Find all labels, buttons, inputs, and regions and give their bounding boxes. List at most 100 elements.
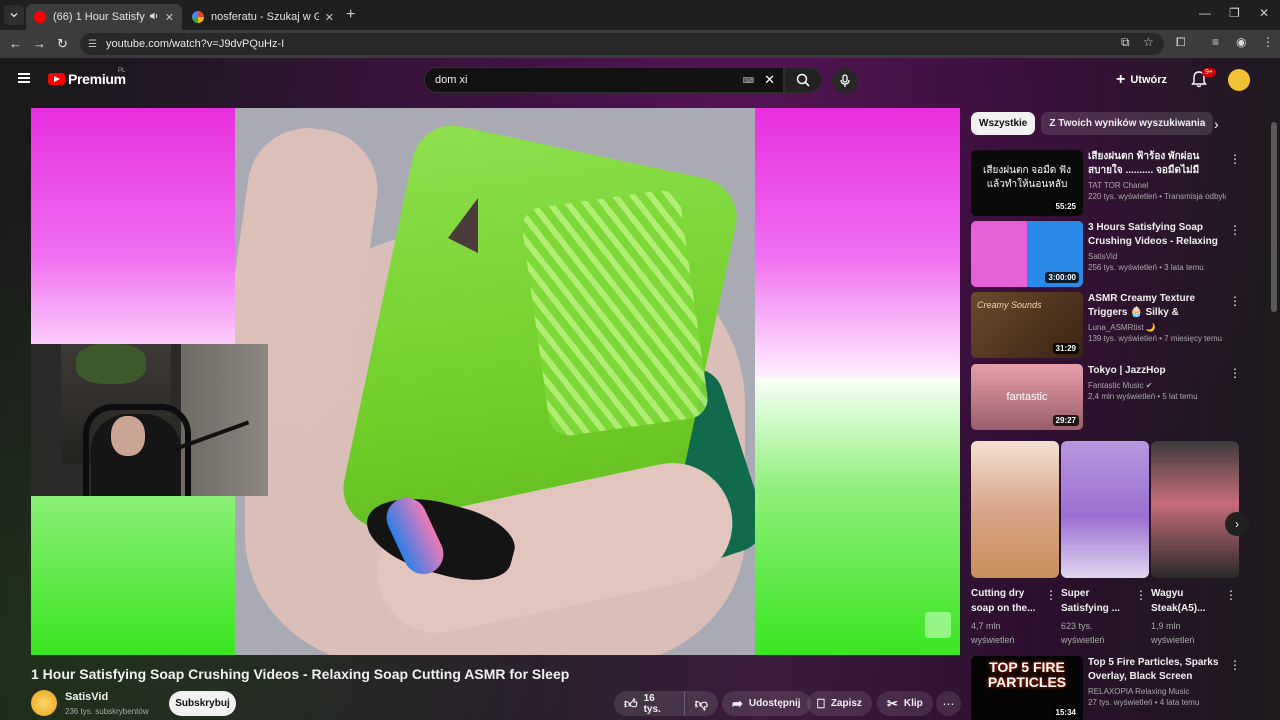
tab-title: (66) 1 Hour Satisfying Soap: [53, 11, 145, 23]
video-frame: [235, 108, 755, 655]
short-thumbnail[interactable]: [971, 441, 1059, 578]
short-title[interactable]: Wagyu Steak(A5)...: [1151, 586, 1223, 616]
chip-all[interactable]: Wszystkie: [971, 112, 1036, 135]
short-views: 4,7 mln wyświetleń: [971, 621, 1015, 645]
channel-name[interactable]: TAT TOR Chanel: [1088, 181, 1226, 190]
list-item[interactable]: Creamy Sounds 31:29 ASMR Creamy Texture …: [971, 292, 1251, 358]
save-label: Zapisz: [830, 698, 862, 709]
install-app-icon[interactable]: ⧉: [1121, 35, 1130, 50]
short-thumbnail[interactable]: [1151, 441, 1239, 578]
speaker-icon[interactable]: [149, 11, 159, 24]
create-button[interactable]: + Utwórz: [1116, 70, 1167, 90]
page-scrollbar[interactable]: [1271, 122, 1277, 312]
media-controls-icon[interactable]: ≡: [1212, 35, 1219, 49]
list-item[interactable]: fantastic 29:27 Tokyo | JazzHop Fantasti…: [971, 364, 1251, 430]
video-duration: 15:34: [1052, 707, 1079, 718]
like-button[interactable]: 👍︎ 16 tys.: [614, 691, 685, 716]
video-thumbnail[interactable]: Creamy Sounds 31:29: [971, 292, 1083, 358]
more-options-icon[interactable]: ⋮: [1229, 152, 1241, 166]
voice-search-button[interactable]: [832, 68, 858, 94]
youtube-play-icon: [48, 73, 65, 85]
url-text[interactable]: youtube.com/watch?v=J9dvPQuHz-I: [106, 38, 284, 50]
minimize-button[interactable]: —: [1199, 6, 1211, 20]
search-button[interactable]: [784, 67, 822, 93]
tab-search-button[interactable]: [4, 5, 24, 25]
more-options-icon[interactable]: ⋮: [1229, 366, 1241, 380]
more-options-icon[interactable]: ⋮: [1225, 588, 1237, 602]
profile-icon[interactable]: ◉: [1236, 35, 1246, 49]
channel-name[interactable]: Fantastic Music ✔: [1088, 381, 1226, 390]
youtube-logo[interactable]: Premium: [48, 71, 126, 87]
more-options-icon[interactable]: ⋮: [1229, 223, 1241, 237]
knife-blade: [373, 198, 478, 253]
short-item[interactable]: Super Satisfying ... 623 tys. wyświetleń…: [1061, 441, 1149, 647]
short-views: 623 tys. wyświetleń: [1061, 621, 1105, 645]
forward-arrow-icon[interactable]: →: [33, 36, 46, 51]
channel-name[interactable]: Luna_ASMRtist 🌙: [1088, 323, 1226, 332]
clear-search-icon[interactable]: ✕: [764, 72, 775, 88]
clip-label: Klip: [903, 698, 923, 709]
list-item[interactable]: 3:00:00 3 Hours Satisfying Soap Crushing…: [971, 221, 1251, 287]
video-title[interactable]: Top 5 Fire Particles, Sparks Overlay, Bl…: [1088, 656, 1226, 684]
chip-from-search[interactable]: Z Twoich wyników wyszukiwania: [1041, 112, 1214, 135]
video-thumbnail[interactable]: 3:00:00: [971, 221, 1083, 287]
search-box[interactable]: dom xi ⌨ ✕: [424, 67, 784, 93]
thumbs-up-icon: 👍︎: [624, 695, 638, 711]
new-tab-button[interactable]: +: [346, 6, 355, 24]
save-button[interactable]: ⎕ Zapisz: [807, 691, 872, 716]
video-title[interactable]: Tokyo | JazzHop: [1088, 364, 1226, 378]
keyboard-icon[interactable]: ⌨: [743, 76, 755, 85]
close-window-button[interactable]: ✕: [1259, 6, 1269, 20]
close-tab-icon[interactable]: ✕: [325, 11, 334, 24]
video-thumbnail[interactable]: fantastic 29:27: [971, 364, 1083, 430]
more-actions-button[interactable]: ⋯: [936, 691, 961, 716]
short-title[interactable]: Cutting dry soap on the...: [971, 586, 1043, 616]
shorts-next-button[interactable]: ›: [1225, 512, 1249, 536]
short-item[interactable]: Wagyu Steak(A5)... 1,9 mln wyświetleń ⋮: [1151, 441, 1239, 647]
channel-name[interactable]: SatisVid: [1088, 252, 1226, 261]
extensions-icon[interactable]: ⧠: [1176, 35, 1186, 50]
channel-avatar[interactable]: [31, 690, 57, 716]
close-tab-icon[interactable]: ✕: [165, 11, 174, 24]
youtube-favicon-icon: [34, 11, 46, 23]
list-item[interactable]: เสียงฝนตก จอมืด ฟังแล้วทำให้นอนหลับ 55:2…: [971, 150, 1251, 216]
video-title[interactable]: ASMR Creamy Texture Triggers 🧁 Silky & S…: [1088, 292, 1226, 320]
list-item[interactable]: TOP 5 FIRE PARTICLES 15:34 Top 5 Fire Pa…: [971, 656, 1251, 720]
chevron-right-icon[interactable]: ›: [1214, 116, 1219, 132]
account-avatar[interactable]: [1228, 69, 1250, 91]
clip-button[interactable]: ✂ Klip: [877, 691, 933, 716]
view-count: 27 tys. wyświetleń • 4 lata temu: [1088, 698, 1200, 707]
video-title[interactable]: 3 Hours Satisfying Soap Crushing Videos …: [1088, 221, 1226, 249]
short-thumbnail[interactable]: [1061, 441, 1149, 578]
channel-name[interactable]: RELAXOPIA Relaxing Music: [1088, 687, 1226, 696]
tab-google[interactable]: nosferatu - Szukaj w Google ✕: [184, 4, 342, 30]
dislike-button[interactable]: 👎︎: [685, 696, 718, 712]
short-item[interactable]: Cutting dry soap on the... 4,7 mln wyświ…: [971, 441, 1059, 647]
short-title[interactable]: Super Satisfying ...: [1061, 586, 1133, 616]
browser-menu-icon[interactable]: ⋮: [1262, 35, 1274, 49]
maximize-button[interactable]: ❐: [1229, 6, 1240, 20]
subscribe-button[interactable]: Subskrybuj: [169, 691, 236, 716]
more-options-icon[interactable]: ⋮: [1045, 588, 1057, 602]
site-info-icon[interactable]: ☰: [88, 39, 102, 50]
address-bar[interactable]: ☰ youtube.com/watch?v=J9dvPQuHz-I: [80, 33, 1164, 55]
back-arrow-icon[interactable]: ←: [9, 36, 22, 51]
channel-watermark[interactable]: [925, 612, 951, 638]
tab-youtube[interactable]: (66) 1 Hour Satisfying Soap ✕: [26, 4, 182, 30]
scissors-icon: ✂: [887, 695, 898, 711]
video-thumbnail[interactable]: เสียงฝนตก จอมืด ฟังแล้วทำให้นอนหลับ 55:2…: [971, 150, 1083, 216]
more-options-icon[interactable]: ⋮: [1229, 658, 1241, 672]
more-options-icon[interactable]: ⋮: [1135, 588, 1147, 602]
short-views: 1,9 mln wyświetleń: [1151, 621, 1195, 645]
reload-icon[interactable]: ↻: [57, 36, 68, 52]
channel-name[interactable]: SatisVid: [65, 691, 108, 703]
more-options-icon[interactable]: ⋮: [1229, 294, 1241, 308]
video-thumbnail[interactable]: TOP 5 FIRE PARTICLES 15:34: [971, 656, 1083, 720]
hamburger-menu-icon[interactable]: [18, 73, 30, 83]
video-player[interactable]: [31, 108, 960, 655]
video-title[interactable]: เสียงฝนตก ฟ้าร้อง พักผ่อน สบายใจ .......…: [1088, 150, 1226, 178]
search-input[interactable]: dom xi: [435, 74, 743, 86]
share-button[interactable]: ➦ Udostępnij: [722, 691, 811, 716]
browser-tab-strip: (66) 1 Hour Satisfying Soap ✕ nosferatu …: [0, 0, 1280, 30]
bookmark-star-icon[interactable]: ☆: [1143, 35, 1154, 49]
